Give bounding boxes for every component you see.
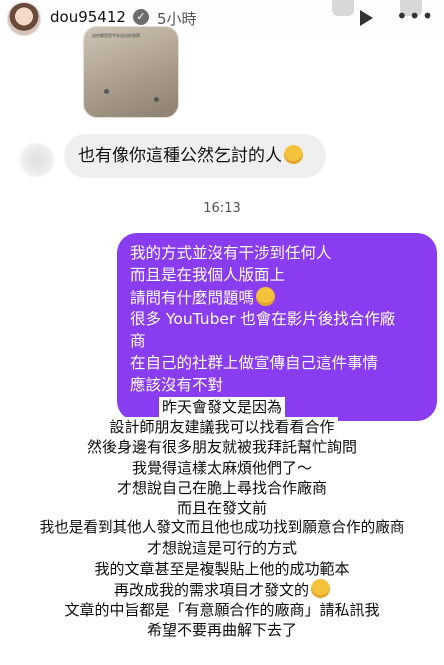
avatar[interactable] [7,2,41,36]
username[interactable]: dou95412 [50,8,126,26]
smiling-face-emoji-icon [256,286,276,306]
story-header: dou95412 ✓ 5小時 ••• [0,0,444,36]
top-edge-icon [332,0,354,16]
caption-line: 再改成我的需求項目才發文的 [110,578,333,601]
image-message: 這些都是您今年送出的發票 [83,26,179,118]
caption-line: 我的文章甚至是複製貼上他的成功範本 [91,558,353,579]
smiling-face-emoji-icon [284,145,303,164]
image-detail [104,89,109,94]
sweat-smile-emoji-icon [311,578,330,598]
play-icon[interactable] [360,10,373,26]
sent-line: 請問有什麼問題嗎 [130,286,427,310]
image-caption: 這些都是您今年送出的發票 [92,33,140,38]
caption-line: 設計師朋友建議我可以找看看合作 [106,417,338,438]
caption-line: 而且在發文前 [173,498,270,519]
overlay-caption: 昨天會發文是因為 設計師朋友建議我可以找看看合作 然後身邊有很多朋友就被我拜託幫… [0,397,444,641]
received-bubble: 也有像你這種公然乞討的人 [64,134,326,178]
timestamp: 16:13 [203,201,241,216]
blurred-avatar [20,143,54,177]
caption-line: 我也是看到其他人發文而且他也成功找到願意合作的廠商 [36,518,408,539]
sent-bubble: 我的方式並沒有干涉到任何人 而且是在我個人版面上 請問有什麼問題嗎 很多 You… [117,233,437,421]
caption-line: 希望不要再曲解下去了 [143,620,300,641]
caption-line: 昨天會發文是因為 [158,397,285,418]
sent-line: 應該沒有不對 [130,375,224,394]
sent-line: 在自己的社群上做宣傳自己這件事情 [130,353,379,372]
sent-line: 我的方式並沒有干涉到任何人 [130,244,332,262]
image-detail [154,97,159,102]
verified-badge-icon: ✓ [133,9,149,25]
sent-line: 而且是在我個人版面上 [130,265,286,284]
sent-line: 商 [130,332,146,351]
caption-line: 才想說自己在脆上尋找合作廠商 [113,477,330,499]
caption-line: 文章的中旨都是「有意願合作的廠商」請私訊我 [61,600,383,621]
more-icon[interactable]: ••• [396,6,434,26]
caption-line: 然後身邊有很多朋友就被我拜託幫忙詢問 [83,437,360,458]
received-text: 也有像你這種公然乞討的人 [78,146,282,166]
sent-line: 很多 YouTuber 也會在影片後找合作廠 [130,310,396,329]
caption-line: 才想說這是可行的方式 [143,538,300,559]
caption-line: 我覺得這樣太麻煩他們了～ [128,457,315,478]
